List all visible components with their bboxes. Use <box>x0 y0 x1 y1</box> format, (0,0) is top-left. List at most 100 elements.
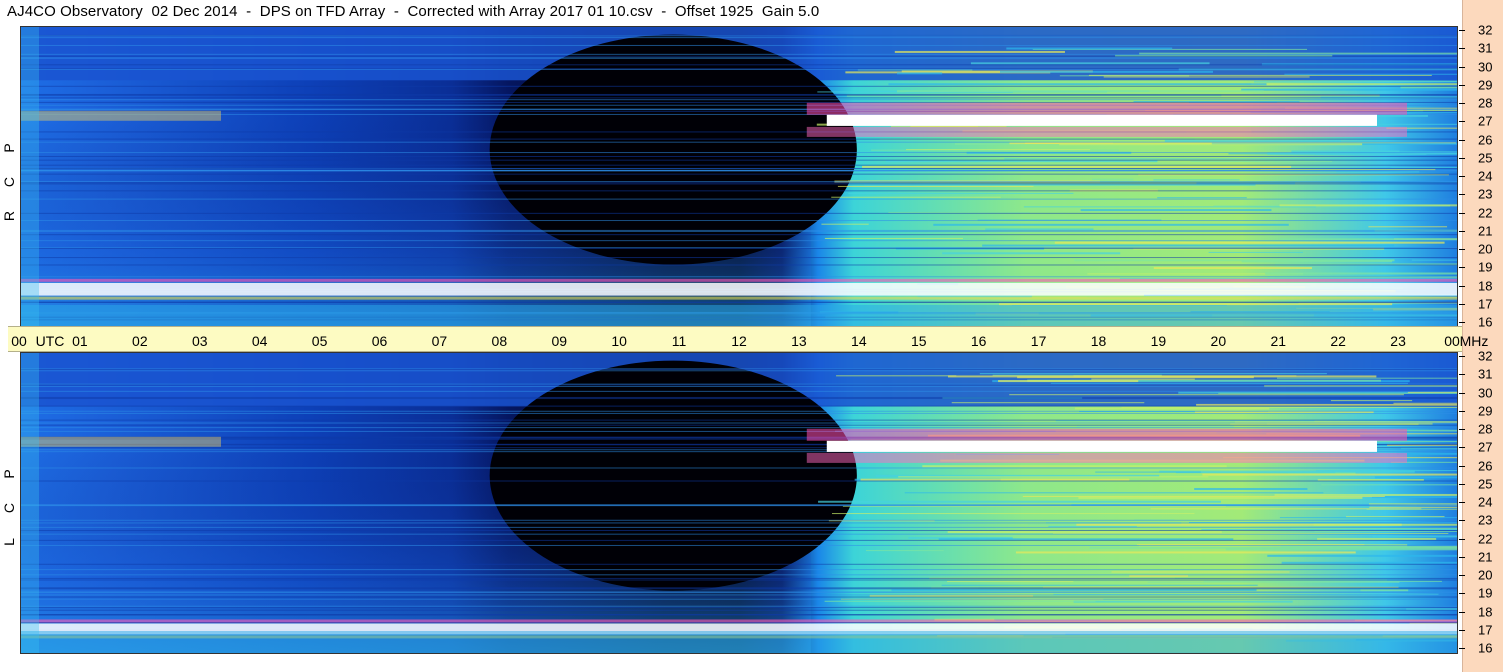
left-edge-noise <box>21 27 39 327</box>
mhz-tick-mark <box>1459 230 1465 232</box>
spectral-streak <box>1313 523 1457 526</box>
spectral-streak <box>1054 241 1445 244</box>
spectral-streak <box>1218 392 1457 394</box>
interference-line <box>21 159 1457 161</box>
interference-line <box>21 181 1457 183</box>
spectral-streak <box>1315 153 1427 155</box>
utc-tick-label: 14 <box>851 333 867 349</box>
spectral-streak <box>906 149 1091 151</box>
spectral-streak <box>1265 272 1457 275</box>
mhz-tick-mark <box>1459 538 1465 540</box>
interference-line <box>21 183 1457 185</box>
rcp-spectrogram-panel <box>20 26 1458 328</box>
mhz-tick-mark <box>1459 465 1465 467</box>
utc-tick-label: 12 <box>731 333 747 349</box>
interference-line <box>21 539 1457 541</box>
interference-line <box>21 427 1457 429</box>
interference-line <box>21 405 1457 407</box>
low-band-fringe <box>21 278 1457 282</box>
spectral-streak <box>1407 391 1457 393</box>
interference-line <box>21 152 1457 154</box>
spectral-streak <box>1336 171 1420 173</box>
polarization-letter: R <box>1 210 17 222</box>
spectral-streak <box>1157 197 1247 199</box>
interference-line <box>21 141 1457 143</box>
spectral-streak <box>910 125 1007 127</box>
interference-line <box>21 609 1457 611</box>
spectral-streak <box>898 476 1209 478</box>
interference-line <box>21 198 1457 200</box>
spectral-streak <box>951 402 1145 404</box>
chart-title: AJ4CO Observatory 02 Dec 2014 - DPS on T… <box>7 3 820 20</box>
mhz-tick-label: 26 <box>1478 458 1493 473</box>
utc-tick-label: 23 <box>1390 333 1406 349</box>
interference-line <box>21 577 1457 579</box>
spectral-streak <box>1133 101 1300 103</box>
mhz-tick-label: 24 <box>1478 494 1493 510</box>
interference-line <box>21 396 1457 398</box>
spectral-streak <box>1009 394 1404 396</box>
mhz-tick-mark <box>1459 611 1465 613</box>
interference-line <box>21 94 1457 96</box>
strong-band-fringe <box>806 102 1407 115</box>
mhz-tick-mark <box>1459 176 1465 177</box>
utc-tick-label: 06 <box>371 333 388 349</box>
interference-line <box>21 37 1457 39</box>
utc-tick-label: 13 <box>791 333 807 349</box>
mhz-tick-label: 18 <box>1478 604 1493 619</box>
spectral-streak <box>998 380 1139 383</box>
mhz-tick-label: 30 <box>1478 385 1493 400</box>
interference-line <box>21 168 1457 170</box>
mhz-tick-label: 19 <box>1478 585 1493 601</box>
spectral-streak <box>860 478 1130 481</box>
spectral-streak <box>1208 251 1304 253</box>
polarization-letter: P <box>1 143 17 153</box>
interference-line <box>21 533 1457 535</box>
spectral-streak <box>866 550 944 552</box>
spectral-streak <box>1059 143 1363 146</box>
interference-line <box>21 591 1457 593</box>
low-band-fringe <box>21 619 1457 623</box>
spectral-streak <box>831 196 1001 198</box>
interference-line <box>21 607 1457 609</box>
low-band-fringe <box>21 296 1457 300</box>
spectral-streak <box>1225 548 1457 551</box>
mhz-tick-mark <box>1459 483 1465 485</box>
interference-line <box>21 419 1457 421</box>
utc-tick-label: 20 <box>1210 333 1227 349</box>
interference-line <box>21 240 1457 242</box>
spectral-streak <box>1314 530 1457 532</box>
mhz-tick-label: 17 <box>1478 296 1493 312</box>
interference-line <box>21 170 1457 172</box>
interference-line <box>21 390 1457 392</box>
spectral-streak <box>1201 529 1457 531</box>
utc-unit-label: UTC <box>35 333 65 349</box>
utc-tick-label: 02 <box>132 333 148 349</box>
mhz-tick-mark <box>1459 139 1465 141</box>
mhz-tick-label: 28 <box>1478 95 1493 111</box>
interference-line <box>21 173 1457 175</box>
interference-line <box>21 519 1457 521</box>
utc-tick-label: 16 <box>970 333 987 349</box>
mhz-tick-mark <box>1459 520 1465 522</box>
spectral-streak <box>1281 561 1457 564</box>
utc-tick-label: 21 <box>1270 333 1287 349</box>
spectral-streak <box>1103 76 1310 78</box>
utc-tick-label: 07 <box>431 333 448 349</box>
spectral-streak <box>1153 179 1240 181</box>
spectral-streak <box>1366 508 1457 510</box>
mhz-tick-mark <box>1459 322 1465 323</box>
spectral-streak <box>1390 166 1457 168</box>
mhz-tick-mark <box>1459 48 1465 50</box>
spectral-streak <box>1330 400 1413 402</box>
spectral-streak <box>1017 376 1254 379</box>
interference-line <box>21 97 1457 99</box>
strong-band-saturated <box>826 114 1377 126</box>
spectral-streak <box>941 584 1258 586</box>
interference-line <box>21 44 1457 46</box>
mhz-tick-mark <box>1459 593 1465 595</box>
spectral-streak <box>818 500 1222 503</box>
spectral-streak <box>1374 476 1457 479</box>
interference-line <box>21 35 1457 37</box>
strong-band-fringe <box>806 126 1407 137</box>
